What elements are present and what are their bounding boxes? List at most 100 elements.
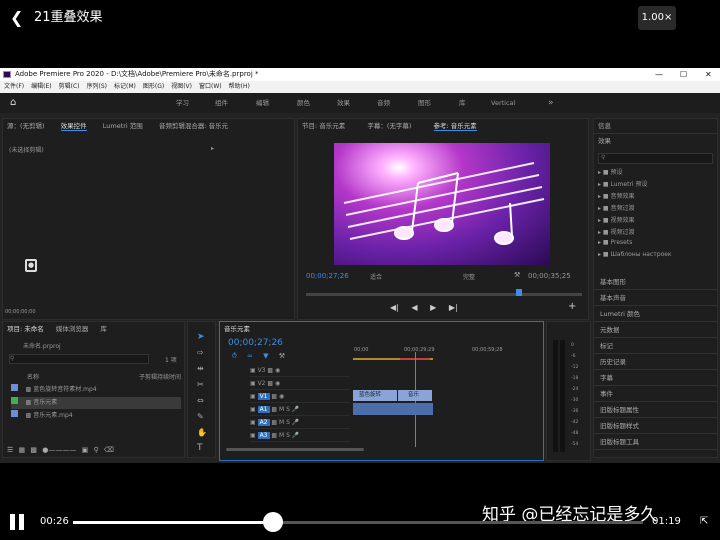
delete-icon[interactable]: ⌫ (104, 446, 114, 454)
more-workspaces-icon[interactable]: » (548, 93, 554, 113)
add-marker-icon[interactable]: ▼ (263, 352, 268, 360)
maximize-icon[interactable]: ☐ (680, 68, 687, 81)
wrench-icon[interactable]: ⚒ (514, 271, 520, 279)
panel-item[interactable]: 标记 (594, 338, 717, 354)
workspace-tab[interactable]: 学习 (176, 93, 189, 113)
hand-tool-icon[interactable]: ✋ (197, 428, 207, 437)
menu-item[interactable]: 剪辑(C) (59, 83, 80, 90)
ripple-edit-tool-icon[interactable]: ⇹ (197, 364, 204, 373)
step-back-icon[interactable]: ◀ (411, 303, 417, 312)
effects-header[interactable]: 效果 (594, 133, 717, 147)
tab-project[interactable]: 项目: 未命名 (7, 325, 44, 333)
workspace-tab[interactable]: 组件 (215, 93, 228, 113)
panel-item[interactable]: 旧版标题属性 (594, 402, 717, 418)
fit-dropdown[interactable]: 适合 (370, 272, 382, 281)
panel-item[interactable]: 历史记录 (594, 354, 717, 370)
tab-media-browser[interactable]: 媒体浏览器 (56, 325, 89, 333)
add-button-icon[interactable]: + (568, 301, 576, 312)
timeline-timecode[interactable]: 00;00;27;26 (228, 338, 283, 348)
new-bin-icon[interactable]: ▣ (82, 446, 89, 454)
effects-search-input[interactable]: ⚲ (598, 153, 713, 164)
selection-tool-icon[interactable]: ➤ (197, 332, 205, 342)
effects-folder[interactable]: ▸ ■ Lumetri 预设 (598, 179, 716, 191)
tab-effect-controls[interactable]: 效果控件 (60, 122, 87, 131)
workspace-tab[interactable]: 颜色 (297, 93, 310, 113)
search-icon[interactable]: ⚲ (93, 446, 98, 454)
menu-item[interactable]: 视图(V) (171, 83, 192, 90)
panel-item[interactable]: 基本声音 (594, 290, 717, 306)
workspace-tab[interactable]: 音频 (377, 93, 390, 113)
close-icon[interactable]: ✕ (705, 68, 712, 81)
column-name[interactable]: 名称 (27, 372, 39, 381)
pen-tool-icon[interactable]: ✎ (197, 412, 204, 421)
effects-folder[interactable]: ▸ ■ 视频效果 (598, 215, 716, 227)
project-search-input[interactable]: ⚲ (9, 354, 149, 364)
minimize-icon[interactable]: — (655, 68, 663, 81)
menu-item[interactable]: 标记(M) (114, 83, 136, 90)
info-header[interactable]: 信息 (594, 119, 717, 133)
effects-folder[interactable]: ▸ ■ 预设 (598, 167, 716, 179)
menu-item[interactable]: 编辑(E) (31, 83, 51, 90)
playhead-marker[interactable] (516, 289, 522, 296)
tab-lumetri-scopes[interactable]: Lumetri 范围 (103, 122, 143, 130)
workspace-tab[interactable]: 效果 (337, 93, 350, 113)
video-clip[interactable]: 音乐 (398, 390, 432, 401)
icon-view-icon[interactable]: ▦ (19, 446, 26, 454)
type-tool-icon[interactable]: T (197, 443, 203, 453)
track-a1[interactable]: ▣ A1 ▩ M S 🎤 (250, 403, 350, 416)
project-item-row[interactable]: ▩ 音乐元素.mp4 (11, 410, 181, 422)
back-icon[interactable]: ❮ (10, 9, 24, 27)
workspace-tab[interactable]: Vertical (491, 93, 515, 113)
list-view-icon[interactable]: ☰ (7, 446, 13, 454)
linked-selection-icon[interactable]: ∞ (247, 352, 253, 360)
timeline-scrollbar[interactable] (226, 448, 364, 451)
effects-folder[interactable]: ▸ ■ Presets (598, 239, 716, 251)
menu-item[interactable]: 图形(G) (143, 83, 164, 90)
seek-thumb[interactable] (262, 512, 283, 532)
track-select-tool-icon[interactable]: ⇨ (197, 348, 204, 357)
tab-libraries[interactable]: 库 (100, 325, 107, 333)
video-clip[interactable]: 蓝色旋转 (353, 390, 397, 401)
speed-button[interactable]: 1.00× (638, 6, 676, 30)
menu-item[interactable]: 窗口(W) (199, 83, 222, 90)
full-dropdown[interactable]: 完整 (463, 272, 475, 281)
track-v2[interactable]: ▣ V2 ▩ ◉ (250, 377, 350, 390)
workspace-tab[interactable]: 库 (459, 93, 466, 113)
step-forward-icon[interactable]: ▶| (449, 303, 458, 312)
lock-icon[interactable]: ● (25, 259, 37, 272)
effects-folder[interactable]: ▸ ■ 音频效果 (598, 191, 716, 203)
home-icon[interactable]: ⌂ (10, 93, 16, 113)
panel-item[interactable]: 基本图形 (594, 274, 717, 290)
play-icon[interactable]: ▶ (430, 303, 436, 312)
razor-tool-icon[interactable]: ✂ (197, 380, 204, 389)
effects-folder[interactable]: ▸ ■ 音频过渡 (598, 203, 716, 215)
audio-clip[interactable] (353, 403, 433, 415)
effects-folder[interactable]: ▸ ■ 视频过渡 (598, 227, 716, 239)
fullscreen-icon[interactable]: ⇱ (700, 516, 708, 527)
track-a3[interactable]: ▣ A3 ▩ M S 🎤 (250, 429, 350, 442)
program-timecode[interactable]: 00;00;27;26 (306, 272, 349, 280)
program-scrubber[interactable] (306, 289, 582, 296)
panel-item[interactable]: 旧版标题工具 (594, 434, 717, 450)
effects-folder[interactable]: ▸ ■ Шаблоны настроек (598, 251, 716, 263)
workspace-tab[interactable]: 编辑 (256, 93, 269, 113)
panel-item[interactable]: 字幕 (594, 370, 717, 386)
expand-arrow-icon[interactable]: ▸ (211, 145, 214, 152)
menu-item[interactable]: 帮助(H) (229, 83, 250, 90)
panel-item[interactable]: 旧版标题样式 (594, 418, 717, 434)
settings-icon[interactable]: ⚒ (279, 352, 285, 360)
tab-captions[interactable]: 字幕：(无字幕) (367, 122, 411, 130)
menu-item[interactable]: 序列(S) (87, 83, 108, 90)
track-v1[interactable]: ▣ V1 ▩ ◉ (250, 390, 350, 403)
project-item-row[interactable]: ▩ 蓝色旋转音符素材.mp4 (11, 384, 181, 396)
track-v3[interactable]: ▣ V3 ▩ ◉ (250, 364, 350, 377)
menu-item[interactable]: 文件(F) (4, 83, 24, 90)
tab-program[interactable]: 节目: 音乐元素 (302, 122, 345, 130)
freeform-view-icon[interactable]: ▩ (30, 446, 37, 454)
project-item-row[interactable]: ▩ 音乐元素 (11, 397, 181, 409)
tab-timeline[interactable]: 音乐元素 (224, 325, 250, 333)
zoom-slider[interactable]: ●———— (42, 446, 76, 454)
snap-icon[interactable]: ⥀ (232, 352, 237, 360)
tab-source[interactable]: 源：(无剪辑) (7, 122, 45, 130)
slip-tool-icon[interactable]: ⇔ (197, 396, 204, 405)
